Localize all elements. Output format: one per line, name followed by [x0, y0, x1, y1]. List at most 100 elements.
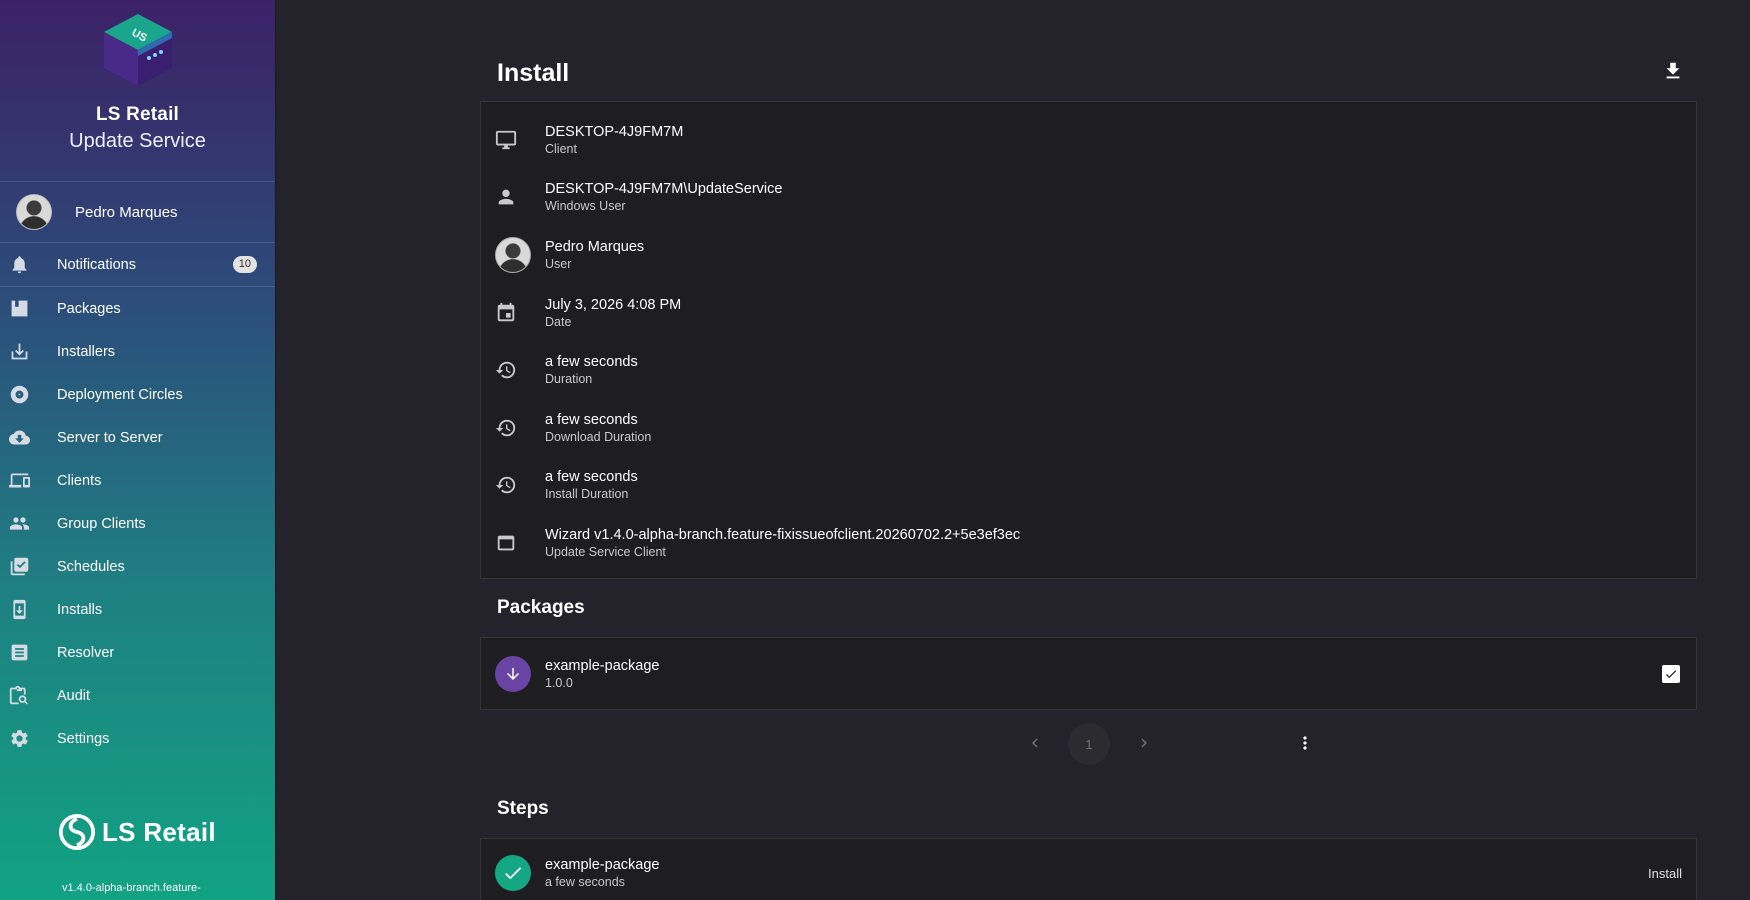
page-number-button[interactable]: 1	[1068, 723, 1110, 765]
user-name: Pedro Marques	[75, 203, 178, 221]
brand-subtitle: Update Service	[69, 130, 206, 152]
cloud-download-icon	[8, 427, 30, 449]
sidebar-nav: Notifications 10 Packages Installers Dep…	[0, 243, 275, 760]
info-row-user: Pedro Marques User	[481, 226, 1696, 284]
check-circle-icon	[495, 855, 531, 891]
sidebar-item-installers[interactable]: Installers	[0, 330, 275, 373]
notification-count-badge: 10	[232, 256, 257, 273]
package-name: example-package	[545, 657, 660, 674]
next-page-button[interactable]	[1135, 734, 1153, 752]
download-tray-icon	[8, 341, 30, 363]
sidebar-item-resolver[interactable]: Resolver	[0, 631, 275, 674]
calendar-icon	[494, 301, 518, 325]
calendar-check-icon	[8, 556, 30, 578]
footer-logo-text: LS Retail	[102, 816, 216, 847]
checkmark-icon	[1665, 669, 1677, 678]
avatar	[495, 236, 531, 273]
page-header: Install	[480, 0, 1697, 101]
gear-icon	[8, 728, 30, 750]
package-download-icon	[495, 655, 531, 692]
ls-retail-footer-logo: LS Retail	[58, 813, 216, 851]
sidebar-item-clients[interactable]: Clients	[0, 459, 275, 502]
info-row-duration: a few seconds Duration	[481, 341, 1696, 399]
sidebar-item-label: Schedules	[57, 558, 125, 575]
more-vertical-icon	[1303, 736, 1307, 750]
page-title: Install	[497, 59, 570, 87]
sidebar-item-label: Installs	[57, 601, 103, 618]
ls-retail-logo-icon	[58, 813, 96, 851]
info-label: Install Duration	[545, 487, 629, 502]
info-label: User	[545, 256, 572, 271]
info-row-date: July 3, 2026 4:08 PM Date	[481, 284, 1696, 342]
sidebar-item-schedules[interactable]: Schedules	[0, 545, 275, 588]
brand-header: US LS Retail Update Service	[0, 0, 275, 181]
info-label: Update Service Client	[545, 544, 666, 559]
window-icon	[494, 531, 518, 555]
devices-icon	[8, 470, 30, 492]
sidebar-item-label: Installers	[57, 343, 116, 360]
package-version: 1.0.0	[545, 675, 573, 690]
sidebar-item-server-to-server[interactable]: Server to Server	[0, 416, 275, 459]
main-content: Install DESKTOP-4J9FM7M Client DESKTOP-4J…	[480, 0, 1697, 900]
sidebar-item-group-clients[interactable]: Group Clients	[0, 502, 275, 545]
user-profile[interactable]: Pedro Marques	[0, 181, 275, 243]
download-icon	[1666, 62, 1680, 79]
step-name: example-package	[545, 857, 660, 873]
download-button[interactable]	[1662, 60, 1684, 82]
phone-download-icon	[8, 599, 30, 621]
sidebar-item-label: Settings	[57, 730, 110, 747]
info-label: Duration	[545, 372, 593, 387]
sidebar-item-installs[interactable]: Installs	[0, 588, 275, 631]
sidebar-item-packages[interactable]: Packages	[0, 287, 275, 330]
install-info-card: DESKTOP-4J9FM7M Client DESKTOP-4J9FM7M\Up…	[480, 101, 1697, 579]
more-options-button[interactable]	[1295, 733, 1315, 753]
history-icon	[494, 416, 518, 440]
info-label: Windows User	[545, 199, 626, 214]
info-row-download-duration: a few seconds Download Duration	[481, 399, 1696, 457]
avatar	[16, 194, 52, 230]
sidebar-item-audit[interactable]: Audit	[0, 674, 275, 717]
sidebar-item-label: Deployment Circles	[57, 386, 183, 403]
package-checkbox[interactable]	[1662, 664, 1680, 683]
sidebar-item-label: Clients	[57, 472, 102, 489]
step-duration: a few seconds	[545, 875, 625, 889]
sidebar-item-label: Resolver	[57, 644, 115, 661]
sidebar-item-label: Notifications	[57, 256, 136, 273]
info-label: Client	[545, 141, 577, 156]
sidebar-item-label: Audit	[57, 687, 91, 704]
info-row-windows-user: DESKTOP-4J9FM7M\UpdateService Windows Use…	[481, 169, 1696, 227]
info-row-install-duration: a few seconds Install Duration	[481, 457, 1696, 515]
history-icon	[494, 358, 518, 382]
packages-pagination: 1	[480, 710, 1697, 780]
package-icon	[8, 298, 30, 320]
info-value: Pedro Marques	[545, 238, 645, 255]
disc-icon	[8, 384, 30, 406]
sidebar-item-deployment-circles[interactable]: Deployment Circles	[0, 373, 275, 416]
previous-page-button[interactable]	[1026, 734, 1044, 752]
history-icon	[494, 473, 518, 497]
info-value: Wizard v1.4.0-alpha-branch.feature-fixis…	[545, 526, 1021, 543]
sidebar-item-settings[interactable]: Settings	[0, 717, 275, 760]
info-value: July 3, 2026 4:08 PM	[545, 296, 682, 313]
sidebar-item-label: Server to Server	[57, 429, 163, 446]
list-document-icon	[8, 642, 30, 664]
sidebar-item-label: Packages	[57, 300, 121, 317]
chevron-left-icon	[1032, 738, 1038, 748]
group-icon	[8, 513, 30, 535]
brand-title: LS Retail	[95, 104, 180, 125]
info-value: DESKTOP-4J9FM7M\UpdateService	[545, 181, 783, 198]
info-value: a few seconds	[545, 411, 638, 428]
person-icon	[494, 185, 518, 209]
info-label: Date	[545, 314, 572, 329]
info-row-client: DESKTOP-4J9FM7M Client	[481, 111, 1696, 169]
chevron-right-icon	[1141, 738, 1147, 748]
sidebar-item-notifications[interactable]: Notifications 10	[0, 243, 275, 287]
app-version: v1.4.0-alpha-branch.feature-	[62, 882, 201, 894]
info-value: DESKTOP-4J9FM7M	[545, 123, 684, 140]
info-value: a few seconds	[545, 469, 638, 486]
step-list-item[interactable]: example-package a few seconds Install	[480, 838, 1697, 900]
package-list-item[interactable]: example-package 1.0.0	[480, 637, 1697, 710]
sidebar-item-label: Group Clients	[57, 515, 146, 532]
info-label: Download Duration	[545, 429, 652, 444]
packages-section-title: Packages	[497, 597, 585, 618]
